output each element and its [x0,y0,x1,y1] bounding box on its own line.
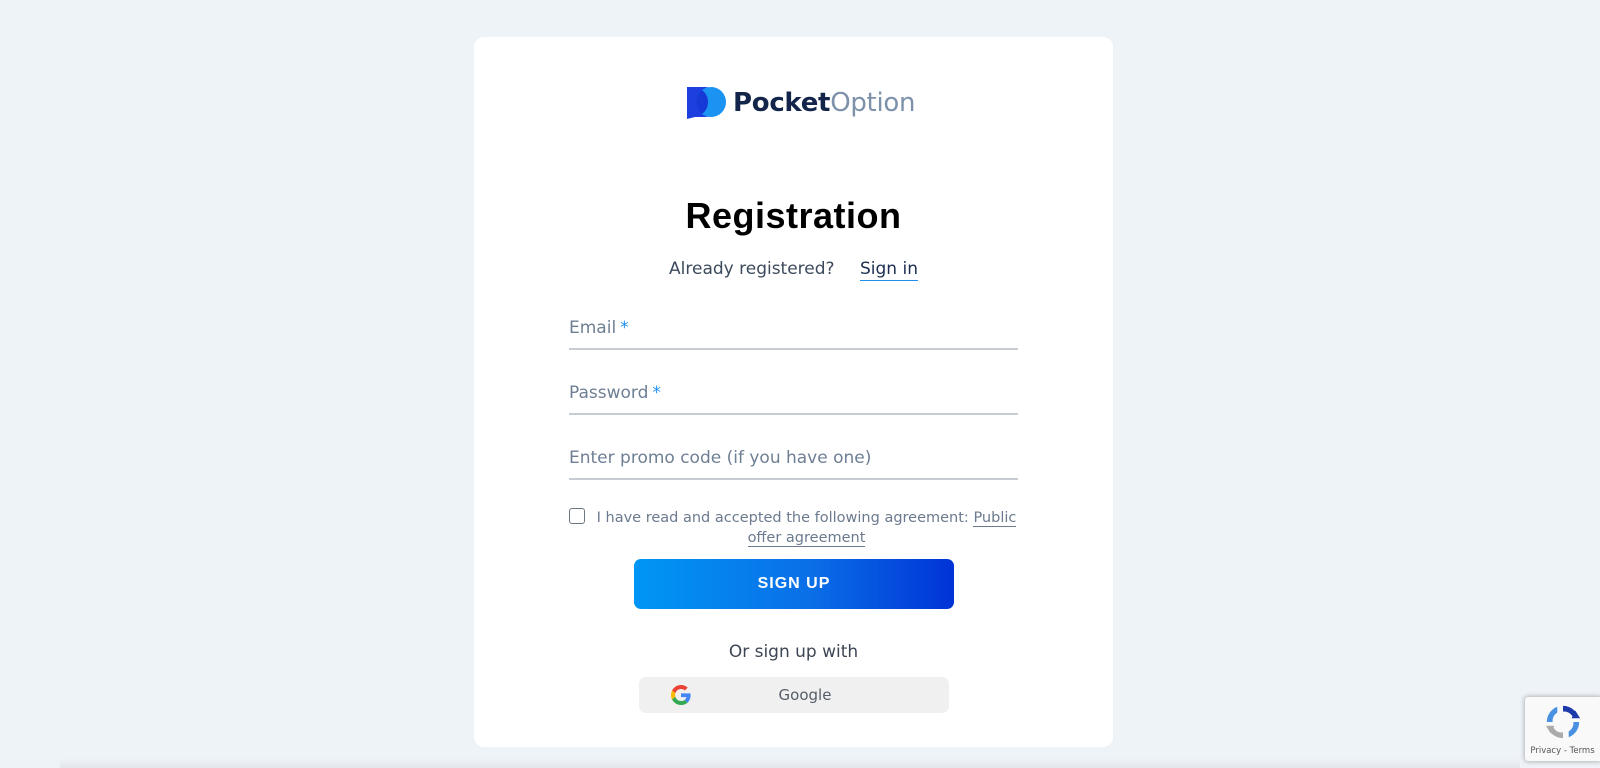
page-title: Registration [685,195,902,236]
email-label: Email * [569,318,629,338]
password-field[interactable]: Password * [569,383,1018,415]
required-mark: * [652,383,661,403]
password-label: Password * [569,383,661,403]
google-label: Google [778,686,832,704]
required-mark: * [620,318,629,338]
brand-name: PocketOption [733,88,916,118]
registration-card: PocketOption Registration Already regist… [474,37,1113,747]
registration-page: PocketOption Registration Already regist… [0,0,1600,768]
agreement-text: I have read and accepted the following a… [596,510,1017,547]
agreement-checkbox[interactable] [569,508,585,524]
already-registered-text: Already registered? [669,259,835,279]
sign-up-button[interactable]: SIGN UP [634,559,954,609]
google-sign-up-button[interactable]: Google [639,677,949,713]
bottom-shadow [60,758,1520,768]
already-registered-row: Already registered? Sign in [474,259,1113,281]
promo-code-field[interactable]: Enter promo code (if you have one) [569,448,1018,480]
recaptcha-links[interactable]: Privacy - Terms [1525,746,1600,756]
email-field[interactable]: Email * [569,318,1018,350]
promo-code-label: Enter promo code (if you have one) [569,448,872,468]
recaptcha-badge[interactable]: Privacy - Terms [1525,697,1600,761]
brand-logo[interactable]: PocketOption [685,85,915,121]
pocket-option-logo-icon [687,87,726,119]
recaptcha-icon [1545,705,1581,739]
sign-in-link[interactable]: Sign in [859,259,918,281]
or-sign-up-with-text: Or sign up with [728,642,859,662]
